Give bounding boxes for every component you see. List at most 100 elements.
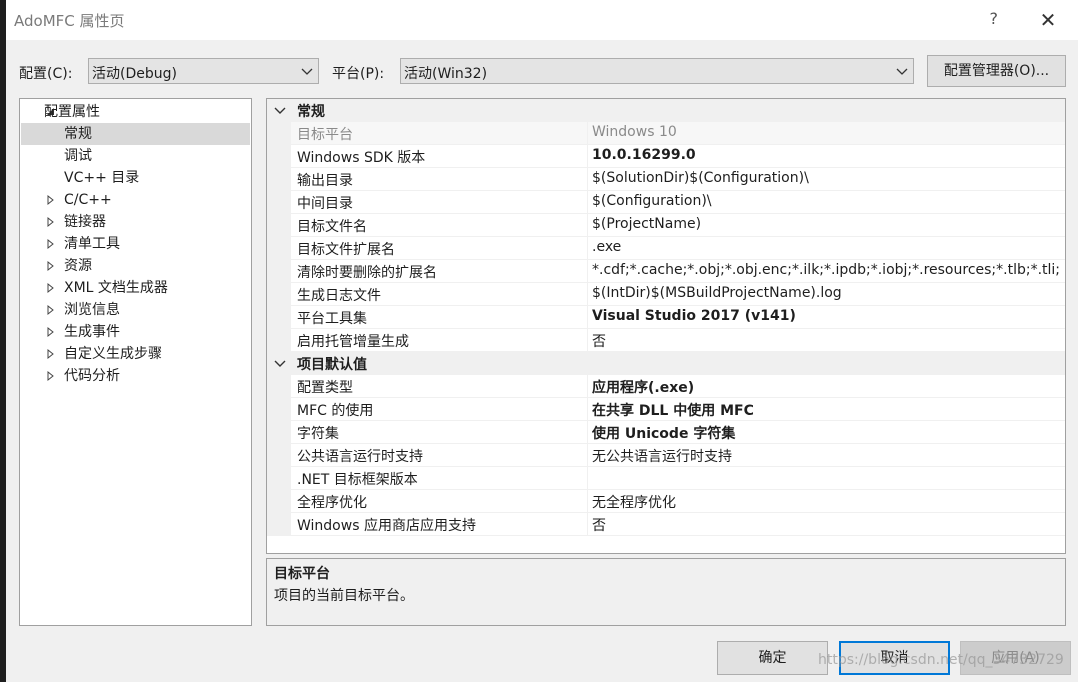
grid-divider: [587, 145, 588, 168]
property-value[interactable]: $(Configuration)\: [592, 193, 712, 209]
property-name: 生成日志文件: [297, 288, 381, 304]
description-title: 目标平台: [274, 566, 330, 582]
property-value[interactable]: Visual Studio 2017 (v141): [592, 308, 796, 324]
grid-gutter: [267, 421, 291, 444]
collapsed-arrow-icon[interactable]: [46, 343, 56, 365]
collapsed-arrow-icon[interactable]: [46, 255, 56, 277]
property-value[interactable]: $(IntDir)$(MSBuildProjectName).log: [592, 285, 842, 301]
grid-property-row[interactable]: 全程序优化 无全程序优化: [267, 490, 1065, 513]
chevron-down-icon[interactable]: [273, 104, 287, 118]
grid-divider: [587, 467, 588, 490]
property-value[interactable]: 在共享 DLL 中使用 MFC: [592, 400, 754, 420]
grid-category-row[interactable]: 常规: [267, 99, 1065, 122]
grid-gutter: [267, 513, 291, 536]
collapsed-arrow-icon[interactable]: [46, 233, 56, 255]
close-icon[interactable]: ✕: [1032, 5, 1064, 35]
property-name: 公共语言运行时支持: [297, 449, 423, 465]
property-value[interactable]: 使用 Unicode 字符集: [592, 423, 735, 443]
platform-label: 平台(P):: [332, 66, 385, 82]
grid-gutter: [267, 283, 291, 306]
property-value[interactable]: 10.0.16299.0: [592, 147, 696, 163]
grid-property-row[interactable]: 目标文件名 $(ProjectName): [267, 214, 1065, 237]
property-value[interactable]: $(ProjectName): [592, 216, 701, 232]
property-grid[interactable]: 常规目标平台 Windows 10 Windows SDK 版本 10.0.16299…: [266, 98, 1066, 554]
grid-gutter: [267, 191, 291, 214]
config-manager-button[interactable]: 配置管理器(O)...: [927, 55, 1066, 87]
ok-button[interactable]: 确定: [717, 641, 828, 675]
grid-gutter: [267, 375, 291, 398]
tree-node-label: 清单工具: [64, 236, 120, 252]
help-icon[interactable]: ?: [990, 9, 999, 28]
grid-category-row[interactable]: 项目默认值: [267, 352, 1065, 375]
property-value[interactable]: 否: [592, 331, 606, 351]
tree-node-label: 配置属性: [44, 104, 100, 120]
chevron-down-icon[interactable]: [273, 357, 287, 371]
grid-property-row[interactable]: .NET 目标框架版本: [267, 467, 1065, 490]
grid-divider: [587, 260, 588, 283]
grid-property-row[interactable]: Windows 应用商店应用支持 否: [267, 513, 1065, 536]
collapsed-arrow-icon[interactable]: [46, 189, 56, 211]
collapsed-arrow-icon[interactable]: [46, 365, 56, 387]
watermark-text: https://blog.csdn.net/qq_34732729: [818, 652, 1064, 668]
grid-property-row[interactable]: 目标平台 Windows 10: [267, 122, 1065, 145]
property-value[interactable]: Windows 10: [592, 124, 677, 140]
property-value[interactable]: *.cdf;*.cache;*.obj;*.obj.enc;*.ilk;*.ip…: [592, 262, 1060, 278]
grid-divider: [587, 444, 588, 467]
property-name: 输出目录: [297, 173, 353, 189]
tree-node-label: 代码分析: [64, 368, 120, 384]
tree-node[interactable]: 常规: [21, 123, 250, 145]
grid-property-row[interactable]: 字符集 使用 Unicode 字符集: [267, 421, 1065, 444]
grid-property-row[interactable]: 平台工具集 Visual Studio 2017 (v141): [267, 306, 1065, 329]
tree-node-label: 常规: [64, 126, 92, 142]
grid-property-row[interactable]: 生成日志文件 $(IntDir)$(MSBuildProjectName).log: [267, 283, 1065, 306]
platform-dropdown-value: 活动(Win32): [404, 66, 488, 82]
title-bar: AdoMFC 属性页 ? ✕: [6, 0, 1078, 40]
grid-divider: [587, 398, 588, 421]
tree-node-label: C/C++: [64, 192, 112, 208]
tree-node-label: VC++ 目录: [64, 170, 140, 186]
chevron-down-icon: [301, 68, 313, 75]
property-tree[interactable]: 配置属性 常规 调试 VC++ 目录 C/C++ 链接器 清单工具 资源 XML 文档生成器 浏览…: [19, 98, 252, 626]
grid-property-row[interactable]: 输出目录 $(SolutionDir)$(Configuration)\: [267, 168, 1065, 191]
collapsed-arrow-icon[interactable]: [46, 299, 56, 321]
property-name: 目标文件扩展名: [297, 242, 395, 258]
property-value[interactable]: $(SolutionDir)$(Configuration)\: [592, 170, 809, 186]
grid-property-row[interactable]: 配置类型 应用程序(.exe): [267, 375, 1065, 398]
property-value[interactable]: .exe: [592, 239, 621, 255]
grid-divider: [587, 306, 588, 329]
window-title: AdoMFC 属性页: [14, 12, 125, 30]
property-name: 字符集: [297, 426, 339, 442]
property-value[interactable]: 无全程序优化: [592, 492, 676, 512]
grid-property-row[interactable]: 目标文件扩展名 .exe: [267, 237, 1065, 260]
grid-category-label: 项目默认值: [297, 357, 367, 373]
grid-property-row[interactable]: 清除时要删除的扩展名 *.cdf;*.cache;*.obj;*.obj.enc;…: [267, 260, 1065, 283]
grid-divider: [587, 513, 588, 536]
tree-node-label: 资源: [64, 258, 92, 274]
grid-property-row[interactable]: MFC 的使用 在共享 DLL 中使用 MFC: [267, 398, 1065, 421]
grid-category-label: 常规: [297, 104, 325, 120]
collapsed-arrow-icon[interactable]: [46, 277, 56, 299]
grid-property-row[interactable]: 公共语言运行时支持 无公共语言运行时支持: [267, 444, 1065, 467]
grid-divider: [587, 168, 588, 191]
grid-property-row[interactable]: Windows SDK 版本 10.0.16299.0: [267, 145, 1065, 168]
collapsed-arrow-icon[interactable]: [46, 321, 56, 343]
config-dropdown[interactable]: 活动(Debug): [88, 58, 319, 84]
grid-divider: [587, 490, 588, 513]
property-value[interactable]: 应用程序(.exe): [592, 377, 694, 397]
chevron-down-icon: [896, 68, 908, 75]
description-text: 项目的当前目标平台。: [274, 588, 414, 604]
property-name: 目标文件名: [297, 219, 367, 235]
property-name: .NET 目标框架版本: [297, 472, 418, 488]
property-name: 平台工具集: [297, 311, 367, 327]
grid-gutter: [267, 122, 291, 145]
grid-gutter: [267, 214, 291, 237]
grid-line: [291, 535, 1065, 536]
property-name: 全程序优化: [297, 495, 367, 511]
platform-dropdown[interactable]: 活动(Win32): [400, 58, 914, 84]
grid-property-row[interactable]: 中间目录 $(Configuration)\: [267, 191, 1065, 214]
property-name: 配置类型: [297, 380, 353, 396]
grid-property-row[interactable]: 启用托管增量生成 否: [267, 329, 1065, 352]
property-value[interactable]: 无公共语言运行时支持: [592, 446, 732, 466]
property-value[interactable]: 否: [592, 515, 606, 535]
collapsed-arrow-icon[interactable]: [46, 211, 56, 233]
